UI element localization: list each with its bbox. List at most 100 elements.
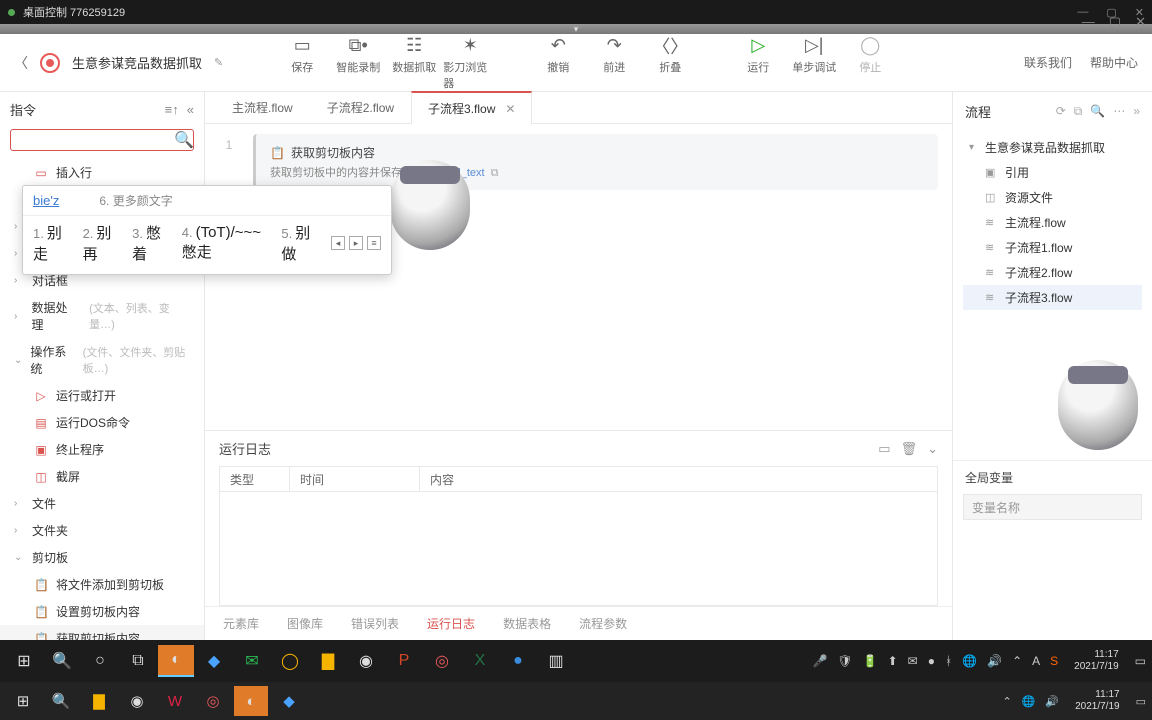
- tab-errors[interactable]: 错误列表: [351, 615, 399, 632]
- search2-icon[interactable]: 🔍: [1090, 104, 1105, 119]
- app-task-icon[interactable]: ◆: [196, 645, 232, 677]
- meeting-icon[interactable]: ●: [500, 645, 536, 677]
- tree-res[interactable]: ◫资源文件: [963, 185, 1142, 210]
- host-task-icon[interactable]: ◆: [272, 686, 306, 716]
- expand-panel-icon[interactable]: »: [1133, 104, 1140, 119]
- excel-icon[interactable]: X: [462, 645, 498, 677]
- edit-title-icon[interactable]: ✎: [214, 56, 223, 69]
- tree-ref[interactable]: ▣引用: [963, 160, 1142, 185]
- ime-cand-1[interactable]: 1.别走: [33, 222, 67, 264]
- tray-net-icon[interactable]: 🌐: [1022, 695, 1036, 708]
- notification-icon[interactable]: ▭: [1135, 654, 1146, 668]
- tray-up-icon[interactable]: ⌃: [1002, 695, 1011, 708]
- crawl-button[interactable]: ☷数据抓取: [387, 31, 441, 95]
- tray-icon[interactable]: ●: [928, 654, 935, 668]
- chrome-icon[interactable]: ◉: [120, 686, 154, 716]
- tab-data[interactable]: 数据表格: [503, 615, 551, 632]
- taskview-icon[interactable]: ⧉: [120, 645, 156, 677]
- tab-close-icon[interactable]: ✕: [505, 102, 515, 116]
- tray-icon[interactable]: ✉: [908, 654, 918, 668]
- ime-cand-3[interactable]: 3.憋着: [132, 222, 166, 264]
- tab-log[interactable]: 运行日志: [427, 615, 475, 632]
- tab-elements[interactable]: 元素库: [223, 615, 259, 632]
- chrome-icon[interactable]: ◉: [348, 645, 384, 677]
- clipboard-item[interactable]: ⌄剪切板: [0, 544, 204, 571]
- inner-min-icon[interactable]: —: [1082, 14, 1095, 30]
- run-dos-item[interactable]: ▤运行DOS命令: [0, 409, 204, 436]
- host-clock[interactable]: 11:17 2021/7/19: [1075, 689, 1120, 713]
- log-save-icon[interactable]: ▭: [878, 441, 890, 457]
- step-card[interactable]: 📋获取剪切板内容 获取剪切板中的内容并保存至 clipboard_text⧉: [253, 134, 938, 190]
- remote-app-icon[interactable]: ◐: [234, 686, 268, 716]
- tray-up-icon[interactable]: ⌃: [1012, 654, 1022, 668]
- tree-sub1[interactable]: ≋子流程1.flow: [963, 235, 1142, 260]
- search-input[interactable]: [19, 133, 174, 147]
- tray-icon[interactable]: ⬆: [888, 654, 898, 668]
- back-button[interactable]: 〈: [14, 53, 28, 73]
- tray-sogou-icon[interactable]: S: [1050, 654, 1058, 668]
- tab-subflow3[interactable]: 子流程3.flow✕: [411, 91, 532, 124]
- help-link[interactable]: 帮助中心: [1090, 54, 1138, 71]
- project-root[interactable]: ▾生意参谋竞品数据抓取: [963, 135, 1142, 160]
- rpa-icon[interactable]: ◎: [424, 645, 460, 677]
- run-button[interactable]: ▷运行: [731, 31, 785, 95]
- rpa-host-icon[interactable]: ◎: [196, 686, 230, 716]
- tab-main-flow[interactable]: 主流程.flow: [215, 91, 310, 123]
- tray-icon[interactable]: 🔋: [863, 654, 878, 668]
- explorer-icon[interactable]: ▇: [82, 686, 116, 716]
- ime-cand-5[interactable]: 5.别做: [281, 222, 315, 264]
- tray-vol-icon[interactable]: 🔊: [1045, 695, 1059, 708]
- folder-item[interactable]: ›文件夹: [0, 517, 204, 544]
- app-task-icon[interactable]: ◯: [272, 645, 308, 677]
- command-search[interactable]: 🔍: [10, 129, 194, 151]
- ime-cand-2[interactable]: 2.别再: [83, 222, 117, 264]
- ime-more[interactable]: 6. 更多颜文字: [99, 192, 172, 209]
- cb-set-item[interactable]: 📋设置剪切板内容: [0, 598, 204, 625]
- ime-next-icon[interactable]: ▸: [349, 236, 363, 250]
- global-var-row[interactable]: 变量名称: [963, 494, 1142, 520]
- undo-button[interactable]: ↶撤销: [531, 31, 585, 95]
- remote-clock[interactable]: 11:17 2021/7/19: [1074, 649, 1119, 673]
- smart-record-button[interactable]: ⧉•智能录制: [331, 31, 385, 95]
- inner-close-icon[interactable]: ✕: [1135, 14, 1146, 30]
- notepad-icon[interactable]: ▥: [538, 645, 574, 677]
- tab-subflow2[interactable]: 子流程2.flow: [310, 91, 411, 123]
- run-open-item[interactable]: ▷运行或打开: [0, 382, 204, 409]
- ime-cand-4[interactable]: 4.(ToT)/~~~憋走: [182, 224, 266, 262]
- tray-ime-icon[interactable]: A: [1032, 654, 1040, 668]
- start-button[interactable]: ⊞: [6, 686, 40, 716]
- flow-canvas[interactable]: 1 📋获取剪切板内容 获取剪切板中的内容并保存至 clipboard_text⧉: [205, 124, 952, 430]
- refresh-icon[interactable]: ⟳: [1056, 104, 1066, 119]
- cb-add-file-item[interactable]: 📋将文件添加到剪切板: [0, 571, 204, 598]
- cortana-icon[interactable]: ○: [82, 645, 118, 677]
- ime-prev-icon[interactable]: ◂: [331, 236, 345, 250]
- notification-icon[interactable]: ▭: [1136, 695, 1146, 708]
- inner-max-icon[interactable]: ▢: [1109, 14, 1121, 30]
- cb-get-item[interactable]: 📋获取剪切板内容: [0, 625, 204, 640]
- explorer-icon[interactable]: ▇: [310, 645, 346, 677]
- tray-icon[interactable]: 🎤: [812, 654, 827, 668]
- log-clear-icon[interactable]: 🗑: [901, 441, 918, 457]
- app-task-icon[interactable]: ◐: [158, 645, 194, 677]
- insert-row-item[interactable]: ▭插入行: [0, 159, 204, 186]
- redo-button[interactable]: ↷前进: [587, 31, 641, 95]
- tray-vol-icon[interactable]: 🔊: [987, 654, 1002, 668]
- save-button[interactable]: ▭保存: [275, 31, 329, 95]
- ime-popup[interactable]: bie'z 6. 更多颜文字 1.别走 2.别再 3.憋着 4.(ToT)/~~…: [22, 185, 392, 275]
- sort-icon[interactable]: ≡↑: [165, 102, 179, 117]
- step-button[interactable]: ▷|单步调试: [787, 31, 841, 95]
- fold-button[interactable]: 〈〉折叠: [643, 31, 697, 95]
- stop-button[interactable]: ◯停止: [843, 31, 897, 95]
- search-taskbar-icon[interactable]: 🔍: [44, 686, 78, 716]
- os-item[interactable]: ⌄操作系统(文件、文件夹、剪贴板…): [0, 338, 204, 382]
- link-icon[interactable]: ⧉: [1074, 104, 1083, 119]
- browser-button[interactable]: ✶影刀浏览器: [443, 31, 497, 95]
- terminate-item[interactable]: ▣终止程序: [0, 436, 204, 463]
- tab-params[interactable]: 流程参数: [579, 615, 627, 632]
- file-item[interactable]: ›文件: [0, 490, 204, 517]
- copy-icon[interactable]: ⧉: [491, 167, 499, 179]
- tree-sub3[interactable]: ≋子流程3.flow: [963, 285, 1142, 310]
- wps-icon[interactable]: W: [158, 686, 192, 716]
- tray-net-icon[interactable]: 🌐: [962, 654, 977, 668]
- more-icon[interactable]: ⋯: [1113, 104, 1125, 119]
